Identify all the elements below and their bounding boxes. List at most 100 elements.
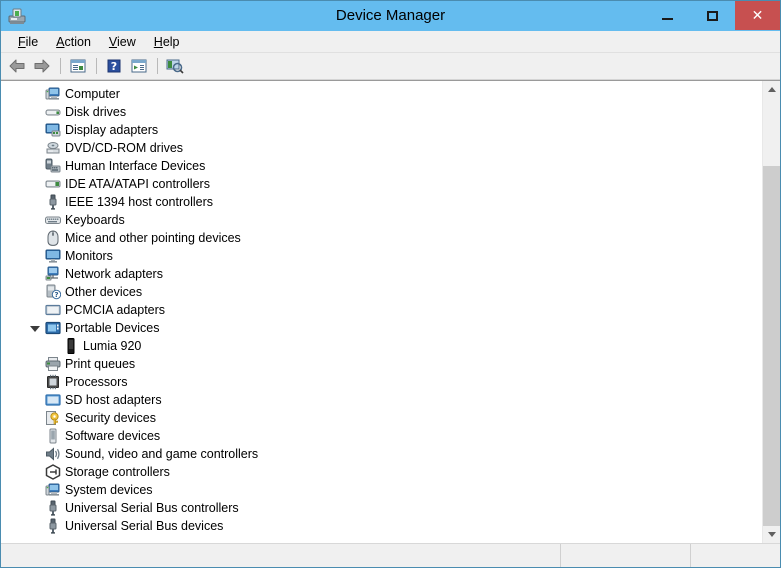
tree-item-label: SD host adapters — [65, 393, 162, 407]
help-button[interactable]: ? — [102, 55, 126, 77]
expand-arrow-icon[interactable] — [27, 283, 43, 301]
tree-item[interactable]: Software devices — [1, 427, 762, 445]
expand-arrow-icon[interactable] — [27, 247, 43, 265]
menu-item-view[interactable]: View — [100, 33, 145, 51]
toolbar-separator-3 — [157, 58, 158, 74]
properties-button[interactable] — [127, 55, 151, 77]
status-message — [1, 544, 561, 567]
expand-arrow-icon[interactable] — [27, 391, 43, 409]
tree-item[interactable]: Print queues — [1, 355, 762, 373]
chevron-right-icon — [31, 431, 38, 441]
hid-icon — [45, 158, 61, 174]
tree-item-label: Sound, video and game controllers — [65, 447, 259, 461]
scrollbar-thumb[interactable] — [763, 166, 780, 526]
chevron-right-icon — [31, 233, 38, 243]
scrollbar-track[interactable] — [763, 98, 780, 526]
device-tree[interactable]: Computer Disk drives Display adapters DVD/C… — [1, 81, 762, 543]
tree-item[interactable]: Disk drives — [1, 103, 762, 121]
tree-item[interactable]: System devices — [1, 481, 762, 499]
expand-arrow-icon[interactable] — [27, 229, 43, 247]
chevron-right-icon — [31, 143, 38, 153]
tree-item[interactable]: Storage controllers — [1, 463, 762, 481]
scan-hardware-changes-button[interactable] — [163, 55, 187, 77]
menu-item-file[interactable]: File — [9, 33, 47, 51]
keyboard-icon — [45, 212, 61, 228]
expand-arrow-icon[interactable] — [27, 463, 43, 481]
tree-item-label: Software devices — [65, 429, 161, 443]
tree-item[interactable]: Security devices — [1, 409, 762, 427]
expand-arrow-icon[interactable] — [27, 265, 43, 283]
expand-arrow-icon[interactable] — [27, 103, 43, 121]
tree-item-label: IEEE 1394 host controllers — [65, 195, 213, 209]
tree-item[interactable]: Monitors — [1, 247, 762, 265]
tree-item[interactable]: Universal Serial Bus controllers — [1, 499, 762, 517]
disk-drive-icon — [45, 104, 61, 120]
tree-item[interactable]: ? Other devices — [1, 283, 762, 301]
expand-arrow-icon[interactable] — [27, 355, 43, 373]
expand-arrow-icon[interactable] — [27, 175, 43, 193]
chevron-right-icon — [31, 359, 38, 369]
tree-item[interactable]: Network adapters — [1, 265, 762, 283]
forward-button[interactable] — [30, 55, 54, 77]
expand-arrow-icon[interactable] — [27, 121, 43, 139]
tree-item[interactable]: DVD/CD-ROM drives — [1, 139, 762, 157]
tree-item[interactable]: Mice and other pointing devices — [1, 229, 762, 247]
tree-item[interactable]: Universal Serial Bus devices — [1, 517, 762, 535]
chevron-right-icon — [31, 305, 38, 315]
software-device-icon — [45, 428, 61, 444]
tree-item-label: PCMCIA adapters — [65, 303, 166, 317]
scroll-up-button[interactable] — [763, 81, 780, 98]
chevron-right-icon — [31, 269, 38, 279]
expand-arrow-icon[interactable] — [27, 301, 43, 319]
close-button[interactable]: ✕ — [735, 1, 780, 30]
tree-item[interactable]: IEEE 1394 host controllers — [1, 193, 762, 211]
sd-host-icon — [45, 392, 61, 408]
back-button[interactable] — [5, 55, 29, 77]
minimize-button[interactable] — [645, 1, 690, 30]
tree-item[interactable]: Keyboards — [1, 211, 762, 229]
maximize-icon — [707, 10, 718, 21]
tree-item[interactable]: Sound, video and game controllers — [1, 445, 762, 463]
tree-item-label: Mice and other pointing devices — [65, 231, 241, 245]
expand-arrow-icon[interactable] — [27, 139, 43, 157]
collapse-arrow-icon[interactable] — [27, 319, 43, 337]
tree-item-label: Print queues — [65, 357, 136, 371]
tree-indent-spacer — [45, 337, 61, 355]
tree-item[interactable]: Display adapters — [1, 121, 762, 139]
tree-item[interactable]: Human Interface Devices — [1, 157, 762, 175]
ide-controller-icon — [45, 176, 61, 192]
expand-arrow-icon[interactable] — [27, 427, 43, 445]
chevron-right-icon — [31, 485, 38, 495]
expand-arrow-icon[interactable] — [27, 445, 43, 463]
expand-arrow-icon[interactable] — [27, 157, 43, 175]
expand-arrow-icon[interactable] — [27, 517, 43, 535]
tree-item[interactable]: Lumia 920 — [1, 337, 762, 355]
vertical-scrollbar[interactable] — [762, 81, 780, 543]
show-hide-console-tree-button[interactable] — [66, 55, 90, 77]
storage-controller-icon — [45, 464, 61, 480]
scroll-down-button[interactable] — [763, 526, 780, 543]
expand-arrow-icon[interactable] — [27, 481, 43, 499]
expand-arrow-icon[interactable] — [27, 85, 43, 103]
chevron-right-icon — [31, 197, 38, 207]
tree-item[interactable]: SD host adapters — [1, 391, 762, 409]
properties-icon — [131, 59, 147, 73]
menu-item-action[interactable]: Action — [47, 33, 100, 51]
expand-arrow-icon[interactable] — [27, 193, 43, 211]
tree-item[interactable]: IDE ATA/ATAPI controllers — [1, 175, 762, 193]
expand-arrow-icon[interactable] — [27, 211, 43, 229]
tree-item[interactable]: PCMCIA adapters — [1, 301, 762, 319]
maximize-button[interactable] — [690, 1, 735, 30]
tree-item[interactable]: Computer — [1, 85, 762, 103]
tree-item-label: Computer — [65, 87, 120, 101]
expand-arrow-icon[interactable] — [27, 373, 43, 391]
chevron-right-icon — [31, 503, 38, 513]
tree-item[interactable]: Processors — [1, 373, 762, 391]
chevron-right-icon — [31, 521, 38, 531]
menu-item-help[interactable]: Help — [145, 33, 189, 51]
expand-arrow-icon[interactable] — [27, 499, 43, 517]
tree-item[interactable]: Portable Devices — [1, 319, 762, 337]
tree-item-label: DVD/CD-ROM drives — [65, 141, 184, 155]
title-bar[interactable]: Device Manager ✕ — [1, 1, 780, 31]
expand-arrow-icon[interactable] — [27, 409, 43, 427]
